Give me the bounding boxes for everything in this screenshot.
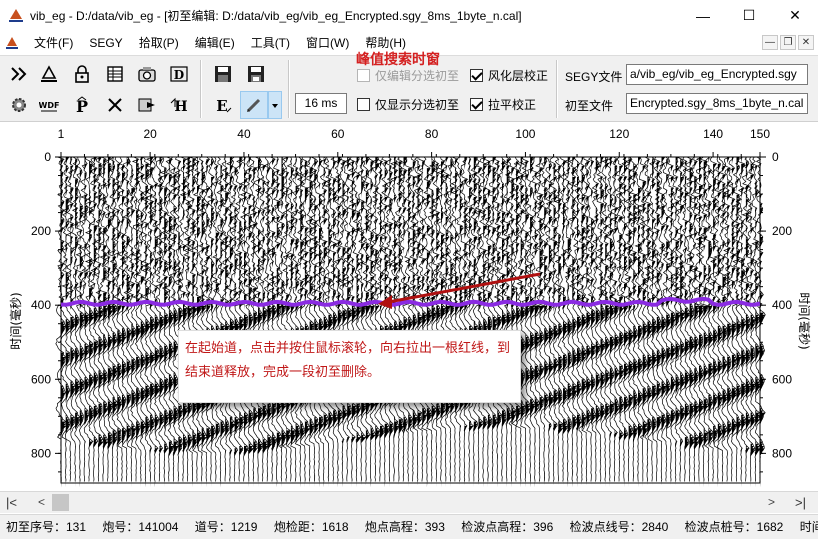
menu-file[interactable]: 文件(F) — [26, 31, 81, 55]
d-icon[interactable]: D — [166, 61, 192, 87]
menu-edit[interactable]: 编辑(E) — [187, 31, 243, 55]
export-icon[interactable] — [134, 92, 160, 118]
only-edit-split-checkbox[interactable]: 仅编辑分选初至 — [357, 67, 459, 84]
mdi-close-button[interactable]: ✕ — [798, 35, 814, 50]
y-tick-label-right: 800 — [772, 446, 792, 460]
peak-window-annotation: 峰值搜索时窗 — [356, 52, 440, 68]
status-pick-index: 初至序号：131 — [6, 520, 87, 534]
e-icon[interactable]: E — [210, 92, 236, 118]
scroll-right-button[interactable]: > — [768, 495, 775, 509]
horizontal-scrollbar[interactable]: |< < > >| — [0, 491, 818, 513]
x-tick-label: 80 — [425, 127, 439, 141]
svg-text:H: H — [174, 99, 187, 115]
y-tick-label-right: 400 — [772, 298, 792, 312]
firstbreak-file-field[interactable]: Encrypted.sgy_8ms_1byte_n.cal — [626, 93, 808, 114]
scroll-left-button[interactable]: < — [38, 495, 45, 509]
y-tick-label-right: 600 — [772, 372, 792, 386]
peak-window-input[interactable]: 16 ms — [295, 93, 347, 114]
mdi-minimize-button[interactable]: — — [762, 35, 778, 50]
y-tick-label: 0 — [44, 150, 51, 164]
menu-window[interactable]: 窗口(W) — [298, 31, 357, 55]
scroll-first-button[interactable]: |< — [6, 495, 17, 510]
svg-text:E: E — [216, 97, 227, 115]
y-axis-label-right: 时间(毫秒) — [797, 292, 812, 349]
menu-tools[interactable]: 工具(T) — [243, 31, 298, 55]
x-tick-label: 1 — [58, 127, 65, 141]
save-as-icon[interactable] — [243, 61, 269, 87]
status-bar: 初至序号：131 炮号：141004 道号：1219 炮检距：1618 炮点高程… — [0, 514, 818, 539]
status-time: 时间 — [799, 520, 818, 534]
scroll-thumb[interactable] — [52, 494, 69, 511]
y-axis-label: 时间(毫秒) — [8, 292, 23, 349]
status-receiver-line: 检波点线号：2840 — [569, 520, 669, 534]
segy-file-label: SEGY文件 — [565, 70, 623, 84]
y-tick-label: 600 — [31, 372, 51, 386]
y-tick-label: 200 — [31, 224, 51, 238]
app-logo-icon — [6, 37, 18, 49]
h-icon[interactable]: H — [166, 92, 192, 118]
save-icon[interactable] — [210, 61, 236, 87]
status-shot-number: 炮号：141004 — [102, 520, 179, 534]
pencil-icon[interactable] — [240, 91, 268, 119]
y-tick-label: 400 — [31, 298, 51, 312]
status-receiver-station: 检波点桩号：1682 — [684, 520, 784, 534]
scroll-last-button[interactable]: >| — [795, 495, 806, 510]
gear-icon[interactable] — [6, 92, 32, 118]
status-shot-elevation: 炮点高程：393 — [364, 520, 445, 534]
wdf-icon[interactable]: WDF — [36, 92, 62, 118]
window-title: vib_eg - D:/data/vib_eg - [初至编辑: D:/data… — [30, 9, 522, 23]
mdi-restore-button[interactable]: ❐ — [780, 35, 796, 50]
weathering-correction-checkbox[interactable]: 风化层校正 — [470, 67, 548, 84]
table-icon[interactable] — [102, 61, 128, 87]
seismic-canvas[interactable]: 1 20 40 60 80 100 120 140 1500 0200 200400 400600 60… — [0, 123, 818, 491]
camera-icon[interactable] — [134, 61, 160, 87]
menu-pick[interactable]: 拾取(P) — [131, 31, 187, 55]
title-bar: vib_eg - D:/data/vib_eg - [初至编辑: D:/data… — [0, 0, 818, 31]
lock-icon[interactable] — [69, 61, 95, 87]
x-tick-label: 40 — [237, 127, 251, 141]
svg-text:WDF: WDF — [39, 101, 59, 110]
y-tick-label-right: 200 — [772, 224, 792, 238]
x-tick-label: 100 — [515, 127, 535, 141]
x-tick-label: 120 — [609, 127, 629, 141]
svg-text:D: D — [174, 68, 184, 82]
dropdown-icon[interactable] — [268, 91, 282, 119]
maximize-button[interactable]: ☐ — [726, 0, 772, 31]
p-icon[interactable]: P — [69, 92, 95, 118]
menu-segy[interactable]: SEGY — [81, 31, 130, 55]
y-tick-label-right: 0 — [772, 150, 779, 164]
app-logo-icon — [9, 8, 23, 22]
flatten-correction-checkbox[interactable]: 拉平校正 — [470, 96, 536, 113]
y-tick-label: 800 — [31, 446, 51, 460]
status-offset: 炮检距：1618 — [273, 520, 349, 534]
firstbreak-file-label: 初至文件 — [565, 99, 614, 113]
fast-forward-icon[interactable] — [6, 61, 32, 87]
minimize-button[interactable]: — — [680, 0, 726, 31]
segy-file-field[interactable]: a/vib_eg/vib_eg_Encrypted.sgy — [626, 64, 808, 85]
x-tick-label: 140 — [703, 127, 723, 141]
status-receiver-elevation: 检波点高程：396 — [461, 520, 554, 534]
only-show-split-checkbox[interactable]: 仅显示分选初至 — [357, 96, 459, 113]
x-tick-label: 60 — [331, 127, 345, 141]
close-button[interactable]: ✕ — [772, 0, 818, 31]
status-trace-number: 道号：1219 — [194, 520, 258, 534]
pick-icon[interactable] — [36, 61, 62, 87]
x-arrows-icon[interactable] — [102, 92, 128, 118]
seismic-plot[interactable]: 1 20 40 60 80 100 120 140 150 0 0 200 200 400 400 600 60… — [0, 123, 818, 491]
x-tick-label: 150 — [750, 127, 770, 141]
x-tick-label: 20 — [143, 127, 157, 141]
instruction-callout: 在起始道，点击并按住鼠标滚轮，向右拉出一根红线，到结束道释放，完成一段初至删除。 — [178, 330, 521, 403]
